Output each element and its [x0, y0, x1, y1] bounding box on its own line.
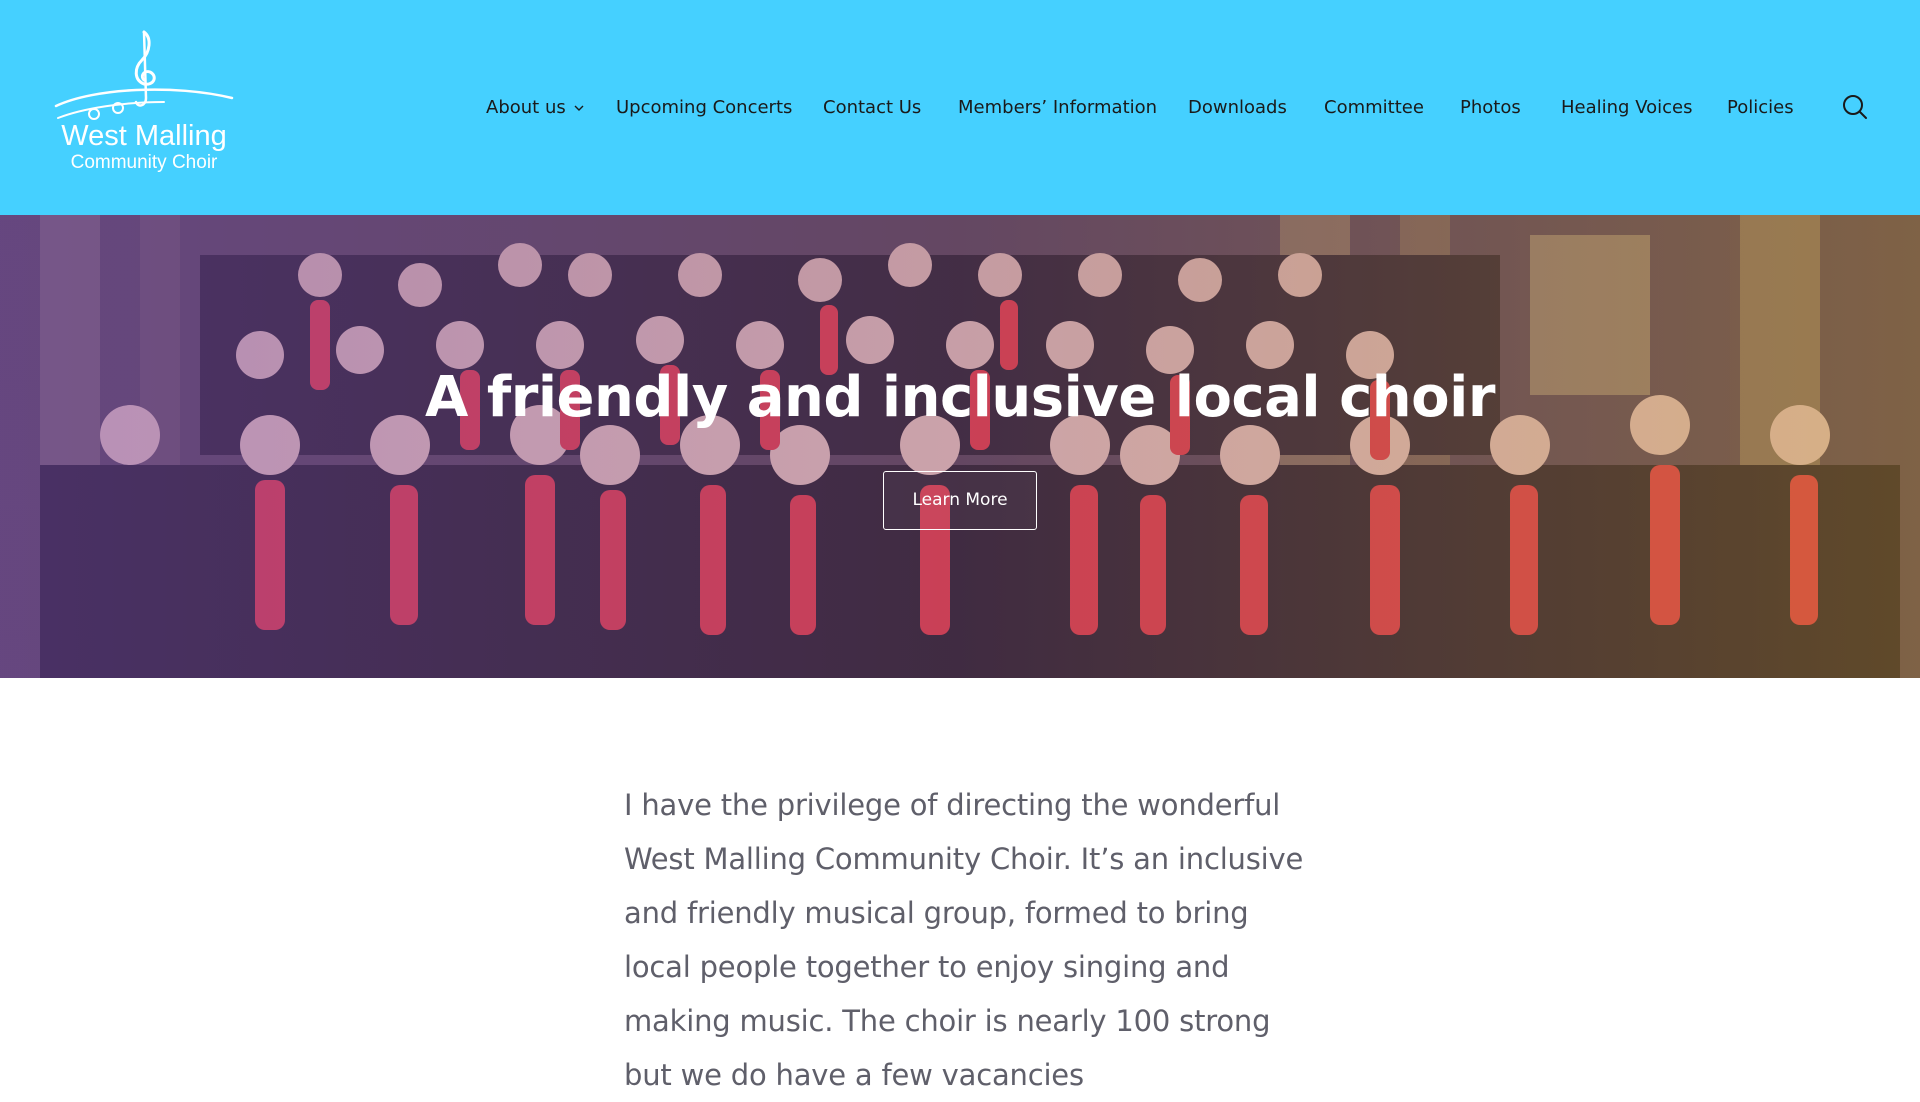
nav-item-committee[interactable]: Committee — [1324, 91, 1424, 125]
nav-item-upcoming-concerts[interactable]: Upcoming Concerts — [616, 91, 792, 125]
site-logo[interactable]: West Malling Community Choir — [54, 28, 234, 178]
nav-item-downloads[interactable]: Downloads — [1188, 91, 1287, 125]
nav-item-label: Contact Us — [823, 97, 922, 118]
nav-item-label: About us — [486, 97, 566, 118]
site-header: West Malling Community Choir About us Up… — [0, 0, 1920, 215]
nav-item-healing-voices[interactable]: Healing Voices — [1561, 91, 1692, 125]
intro-paragraph: I have the privilege of directing the wo… — [624, 788, 1304, 1092]
nav-item-label: Policies — [1727, 97, 1794, 118]
search-icon — [1843, 95, 1867, 119]
nav-item-label: Photos — [1460, 97, 1521, 118]
nav-item-contact-us[interactable]: Contact Us — [823, 91, 921, 125]
nav-item-label: Upcoming Concerts — [616, 97, 793, 118]
treble-clef-logo-icon — [54, 30, 234, 120]
nav-item-label: Members’ Information — [958, 97, 1158, 118]
search-button[interactable] — [1840, 92, 1870, 122]
hero-title: A friendly and inclusive local choir — [425, 365, 1495, 430]
nav-item-label: Committee — [1324, 97, 1424, 118]
nav-item-label: Healing Voices — [1561, 97, 1693, 118]
nav-item-members-information[interactable]: Members’ Information — [958, 91, 1157, 125]
nav-item-about-us[interactable]: About us — [486, 91, 584, 125]
learn-more-button[interactable]: Learn More — [883, 471, 1037, 530]
logo-subtitle: Community Choir — [70, 152, 218, 173]
hero-tint — [0, 215, 1920, 678]
logo-title: West Malling — [61, 120, 227, 152]
nav-item-label: Downloads — [1188, 97, 1287, 118]
chevron-down-icon — [574, 105, 584, 111]
nav-item-policies[interactable]: Policies — [1727, 91, 1794, 125]
hero-banner: A friendly and inclusive local choir Lea… — [0, 215, 1920, 678]
nav-item-photos[interactable]: Photos — [1460, 91, 1521, 125]
